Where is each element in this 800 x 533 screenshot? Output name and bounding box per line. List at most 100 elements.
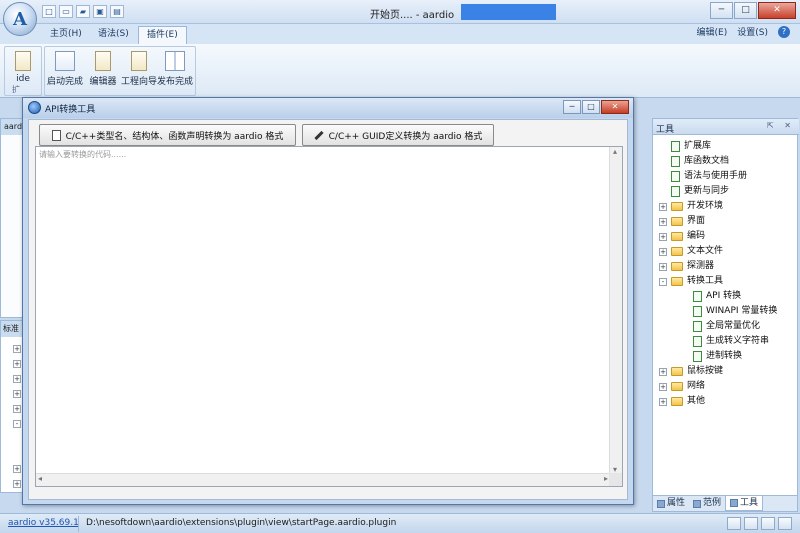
tree-item-label: 开发环境 (687, 201, 724, 211)
convert-guid-button[interactable]: C/C++ GUID定义转换为 aardio 格式 (302, 124, 494, 146)
editor-button[interactable]: 编辑器 (85, 51, 121, 87)
ide-button[interactable]: ide (5, 51, 41, 84)
tree-folder-item[interactable]: + 编码 (659, 229, 705, 244)
tab-plugins[interactable]: 插件(E) (138, 26, 187, 44)
examples-icon (693, 499, 702, 508)
tree-item-label: 生成转义字符串 (706, 336, 770, 346)
tree-item-label: 扩展库 (684, 141, 712, 151)
folder-icon (671, 367, 683, 376)
edit-menu[interactable]: 编辑(E) (697, 26, 728, 40)
expand-icon[interactable]: + (659, 247, 667, 256)
editor-icon (95, 51, 111, 71)
publish-complete-button[interactable]: 发布完成 (157, 51, 193, 87)
code-editor (35, 146, 623, 487)
tree-doc-item[interactable]: WINAPI 常量转换 (681, 304, 777, 319)
tree-doc-item[interactable]: API 转换 (681, 289, 741, 304)
document-icon (693, 351, 702, 362)
pin-close-icon[interactable]: ⇱ ✕ (767, 121, 795, 130)
tree-item-label: 探测器 (687, 261, 715, 271)
convert-types-button[interactable]: C/C++类型名、结构体、函数声明转换为 aardio 格式 (39, 124, 296, 146)
version-link[interactable]: aardio v35.69.1 (8, 518, 79, 528)
tab-examples[interactable]: 范例 (689, 496, 725, 511)
view-icon[interactable] (761, 517, 775, 530)
startup-complete-label: 启动完成 (47, 77, 84, 87)
scroll-corner (609, 473, 622, 486)
close-button[interactable]: ✕ (758, 2, 796, 19)
dialog-close-button[interactable]: ✕ (601, 100, 629, 114)
tree-doc-item[interactable]: 扩展库 (659, 139, 711, 154)
tab-syntax[interactable]: 语法(S) (90, 26, 137, 44)
settings-menu[interactable]: 设置(S) (737, 26, 768, 40)
code-input[interactable] (36, 147, 610, 474)
expand-icon[interactable]: + (659, 232, 667, 241)
folder-icon (671, 247, 683, 256)
tree-folder-item[interactable]: + 界面 (659, 214, 705, 229)
publish-icon (165, 51, 185, 71)
expand-icon[interactable]: + (13, 375, 21, 383)
dialog-minimize-button[interactable]: ─ (563, 100, 581, 114)
tree-doc-item[interactable]: 全局常量优化 (681, 319, 760, 334)
tree-doc-item[interactable]: 库函数文档 (659, 154, 729, 169)
expand-icon[interactable]: + (13, 480, 21, 488)
expand-icon[interactable]: + (659, 382, 667, 391)
tab-properties[interactable]: 属性 (653, 496, 689, 511)
dialog-maximize-button[interactable]: □ (582, 100, 600, 114)
save-all-icon[interactable]: ▤ (110, 5, 124, 18)
expand-icon[interactable]: + (13, 405, 21, 413)
view-icon[interactable] (744, 517, 758, 530)
horizontal-scrollbar[interactable] (36, 473, 610, 486)
maximize-button[interactable]: □ (734, 2, 757, 19)
left-library-pane: 标准 + + + + + - + + (0, 320, 25, 493)
view-icon[interactable] (778, 517, 792, 530)
tree-folder-item[interactable]: + 文本文件 (659, 244, 723, 259)
new-file-icon[interactable]: □ (42, 5, 56, 18)
expand-icon[interactable]: + (659, 262, 667, 271)
tree-folder-item[interactable]: - 转换工具 (659, 274, 723, 289)
tree-folder-item[interactable]: + 鼠标按键 (659, 364, 723, 379)
tree-folder-item[interactable]: + 开发环境 (659, 199, 723, 214)
folder-icon (671, 397, 683, 406)
expand-icon[interactable]: + (13, 345, 21, 353)
view-icon[interactable] (727, 517, 741, 530)
save-icon[interactable]: ▣ (93, 5, 107, 18)
app-menu-button[interactable]: A (3, 2, 37, 36)
document-icon (671, 171, 680, 182)
window-icon[interactable]: ▭ (59, 5, 73, 18)
startup-complete-button[interactable]: 启动完成 (47, 51, 83, 87)
tree-doc-item[interactable]: 进制转换 (681, 349, 742, 364)
ribbon-right-menu: 编辑(E) 设置(S) ? (697, 26, 790, 40)
project-wizard-button[interactable]: 工程向导 (121, 51, 157, 87)
ribbon-group-plugins: 启动完成 编辑器 工程向导 发布完成 (44, 46, 196, 96)
pencil-icon (314, 130, 324, 140)
status-separator (78, 516, 79, 532)
tools-pane-header: 工具 ⇱ ✕ (653, 119, 799, 135)
tab-tools-label: 工具 (740, 497, 759, 508)
tree-doc-item[interactable]: 生成转义字符串 (681, 334, 769, 349)
expand-icon[interactable]: + (13, 360, 21, 368)
expand-icon[interactable]: + (659, 202, 667, 211)
tree-item-label: WINAPI 常量转换 (706, 306, 778, 316)
expand-icon[interactable]: + (13, 465, 21, 473)
minimize-button[interactable]: ─ (710, 2, 733, 19)
tree-item-label: 库函数文档 (684, 156, 730, 166)
tree-item-label: 文本文件 (687, 246, 724, 256)
expand-icon[interactable]: + (659, 397, 667, 406)
tree-doc-item[interactable]: 语法与使用手册 (659, 169, 747, 184)
tab-tools[interactable]: 工具 (725, 496, 764, 511)
expand-icon[interactable]: + (659, 217, 667, 226)
vertical-scrollbar[interactable] (609, 147, 622, 474)
tree-folder-item[interactable]: + 其他 (659, 394, 705, 409)
help-icon[interactable]: ? (778, 26, 790, 38)
collapse-icon[interactable]: - (659, 277, 667, 286)
expand-icon[interactable]: + (13, 390, 21, 398)
open-folder-icon[interactable]: ▰ (76, 5, 90, 18)
tree-folder-item[interactable]: + 探测器 (659, 259, 714, 274)
collapse-icon[interactable]: - (13, 420, 21, 428)
ribbon-body: ide 启动完成 编辑器 工程向导 发布完成 扩 (0, 44, 800, 98)
title-highlight (461, 4, 556, 20)
tree-item-label: API 转换 (706, 291, 742, 301)
tree-folder-item[interactable]: + 网络 (659, 379, 705, 394)
tab-home[interactable]: 主页(H) (42, 26, 90, 44)
tree-doc-item[interactable]: 更新与同步 (659, 184, 729, 199)
expand-icon[interactable]: + (659, 367, 667, 376)
